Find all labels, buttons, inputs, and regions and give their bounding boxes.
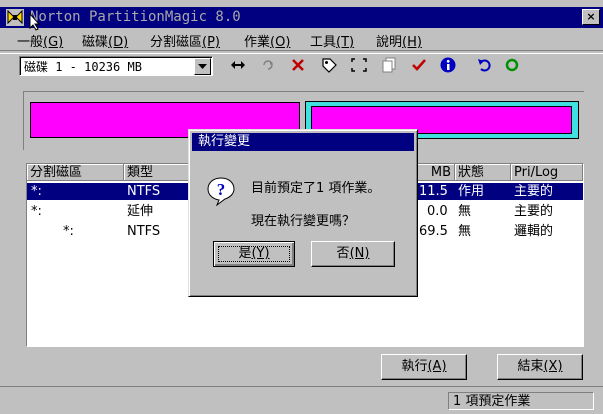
menu-help[interactable]: 說明(H) — [376, 31, 422, 50]
title-bar[interactable]: Norton PartitionMagic 8.0 × — [0, 7, 603, 28]
column-header-pri-log[interactable]: Pri/Log — [511, 164, 583, 181]
menu-partition[interactable]: 分割磁區(P) — [150, 31, 220, 50]
cell-status: 作用 — [458, 184, 485, 199]
cell-type: NTFS — [127, 224, 161, 239]
cell-type: NTFS — [127, 184, 161, 199]
exit-button[interactable]: 結束(X) — [497, 354, 583, 380]
cell-partition: *: — [31, 204, 42, 219]
menu-disk[interactable]: 磁碟(D) — [82, 31, 128, 50]
disk-selector[interactable]: 磁碟 1 - 10236 MB — [19, 56, 213, 76]
dialog-message-line-1: 目前預定了1 項作業。 — [251, 181, 381, 196]
window-title: Norton PartitionMagic 8.0 — [30, 9, 241, 25]
execute-button[interactable]: 執行(A) — [381, 354, 467, 380]
cell-pri-log: 主要的 — [514, 204, 554, 219]
question-icon: ? — [206, 176, 236, 207]
cell-mb: 69.5 — [419, 224, 448, 239]
properties-icon[interactable] — [379, 56, 399, 74]
resize-icon[interactable] — [228, 56, 248, 74]
info-icon[interactable] — [438, 56, 458, 74]
status-text: 1 項預定作業 — [448, 392, 594, 410]
focus-outline — [218, 246, 290, 262]
disk-selector-value: 磁碟 1 - 10236 MB — [24, 60, 142, 74]
cell-mb: 11.5 — [419, 184, 448, 199]
chevron-down-icon — [198, 64, 207, 69]
cell-partition: *: — [31, 184, 42, 199]
undo-icon[interactable] — [474, 56, 494, 74]
cell-type: 延伸 — [127, 204, 154, 219]
label-icon[interactable] — [319, 56, 339, 74]
confirm-dialog: 執行變更 ? 目前預定了1 項作業。 現在執行變更嗎？ 是(Y) 否(N) — [188, 129, 418, 297]
close-button[interactable]: × — [582, 9, 600, 25]
cell-mb: 0.0 — [427, 204, 448, 219]
dialog-message-line-2: 現在執行變更嗎？ — [251, 214, 356, 229]
dialog-title-bar[interactable]: 執行變更 — [192, 133, 414, 151]
cell-pri-log: 邏輯的 — [514, 224, 554, 239]
menu-bar: 一般(G) 磁碟(D) 分割磁區(P) 作業(O) 工具(T) 說明(H) — [0, 29, 603, 50]
cell-status: 無 — [458, 224, 472, 239]
dropdown-button[interactable] — [194, 58, 211, 75]
apply-icon[interactable] — [502, 56, 522, 74]
column-header-partition[interactable]: 分割磁區 — [27, 164, 124, 181]
no-button[interactable]: 否(N) — [311, 241, 395, 267]
check-icon[interactable] — [409, 56, 429, 74]
menu-tools[interactable]: 工具(T) — [310, 31, 354, 50]
svg-text:?: ? — [217, 180, 226, 199]
cell-status: 無 — [458, 204, 472, 219]
partitionmagic-window: Norton PartitionMagic 8.0 × 一般(G) 磁碟(D) … — [0, 0, 603, 414]
toolbar-separator — [0, 50, 603, 54]
cell-pri-log: 主要的 — [514, 184, 554, 199]
delete-icon[interactable] — [288, 56, 308, 74]
menu-operations[interactable]: 作業(O) — [244, 31, 290, 50]
yes-button[interactable]: 是(Y) — [213, 241, 295, 267]
partitionmagic-app-icon[interactable] — [6, 9, 24, 26]
column-header-status[interactable]: 狀態 — [455, 164, 511, 181]
menu-general[interactable]: 一般(G) — [17, 31, 63, 50]
status-bar-divider — [0, 386, 603, 387]
cell-partition: *: — [63, 224, 74, 239]
column-header-type[interactable]: 類型 — [124, 164, 190, 181]
copy-icon[interactable] — [258, 56, 278, 74]
resize-move-icon[interactable] — [349, 56, 369, 74]
